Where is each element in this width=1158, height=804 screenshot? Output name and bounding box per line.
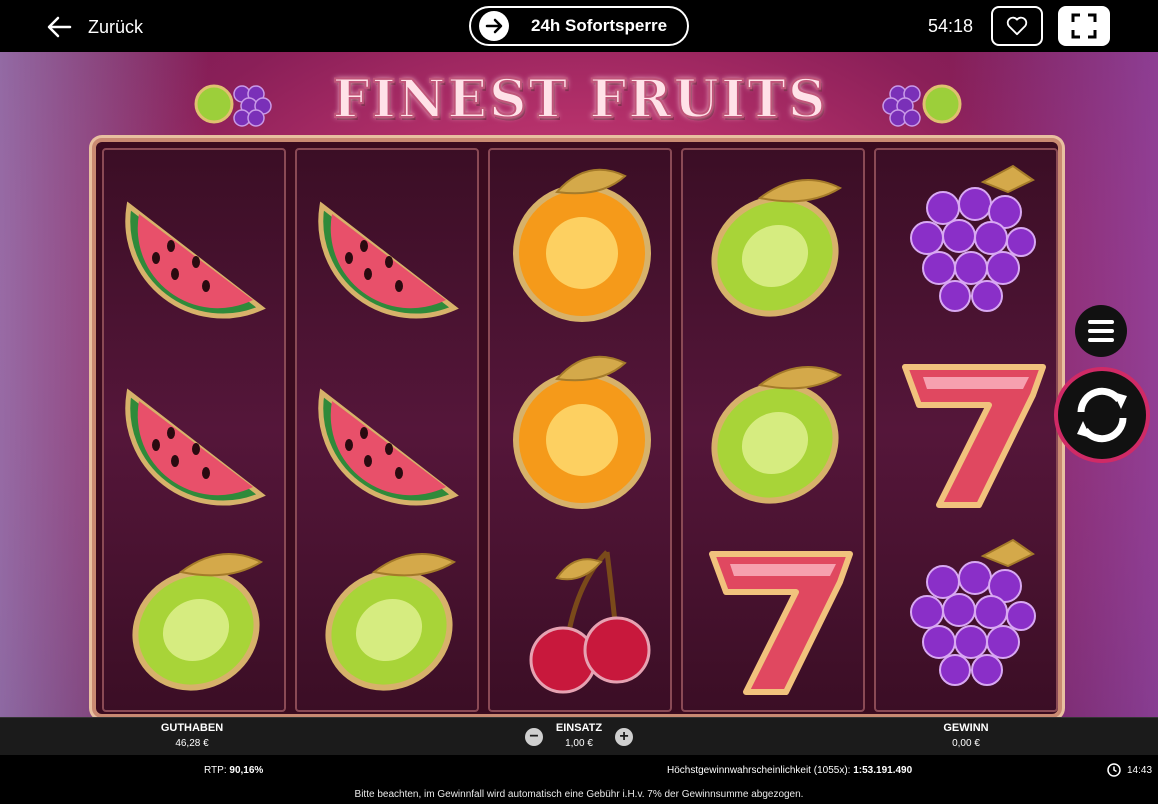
probability-label: Höchstgewinnwahrscheinlichkeit (1055x):: [667, 765, 851, 776]
cherry-symbol: [529, 550, 651, 694]
game-info-panel: GUTHABEN 46,28 € − EINSATZ 1,00 € + GEWI…: [0, 717, 1158, 755]
lime-symbol: [711, 366, 843, 504]
rtp-value: 90,16%: [229, 765, 264, 776]
balance-value: 46,28 €: [175, 738, 209, 749]
grapes-lime-icon: [882, 84, 962, 127]
bet-label: EINSATZ: [555, 722, 603, 734]
minus-icon: −: [529, 728, 539, 745]
watermelon-symbol: [125, 201, 266, 319]
heart-icon: [1006, 16, 1028, 36]
reel-2: [295, 148, 479, 712]
orange-symbol: [513, 355, 651, 509]
grapes-symbol: [910, 538, 1036, 686]
back-label: Zurück: [88, 16, 144, 37]
reel-grid: [92, 138, 1062, 717]
reel-4: [681, 148, 865, 712]
seven-symbol: [902, 364, 1046, 508]
top-bar: Zurück 24h Sofortsperre 54:18: [0, 0, 1158, 52]
spin-button[interactable]: [1054, 367, 1150, 463]
game-logo: FINEST FRUITS: [280, 66, 880, 132]
fullscreen-icon: [1071, 13, 1097, 39]
rtp-label: RTP:: [204, 765, 227, 776]
win-value: 0,00 €: [952, 738, 980, 749]
reel-3: [488, 148, 672, 712]
favorite-button[interactable]: [991, 6, 1043, 46]
balance-label: GUTHABEN: [160, 722, 224, 734]
fullscreen-button[interactable]: [1058, 6, 1110, 46]
watermelon-symbol: [125, 388, 266, 506]
clock-icon: [1107, 763, 1121, 777]
fee-notice: Bitte beachten, im Gewinnfall wird autom…: [0, 785, 1158, 804]
arrow-left-icon: [47, 16, 72, 38]
instant-block-label: 24h Sofortsperre: [531, 16, 668, 35]
bet-display: EINSATZ 1,00 €: [548, 722, 610, 749]
rtp-info: RTP: 90,16%: [204, 765, 263, 776]
lime-symbol: [711, 179, 843, 317]
game-menu-button[interactable]: [1075, 305, 1127, 357]
info-bar: RTP: 90,16% Höchstgewinnwahrscheinlichke…: [0, 755, 1158, 785]
menu-line: [1088, 329, 1114, 333]
win-display: GEWINN 0,00 €: [932, 722, 1000, 749]
max-win-probability: Höchstgewinnwahrscheinlichkeit (1055x): …: [667, 765, 912, 776]
bet-value: 1,00 €: [565, 738, 593, 749]
reel-5: [874, 148, 1058, 712]
menu-line: [1088, 320, 1114, 324]
clock-time: 14:43: [1127, 764, 1153, 776]
instant-block-button[interactable]: 24h Sofortsperre: [469, 6, 689, 46]
watermelon-symbol: [318, 388, 459, 506]
lime-grapes-icon: [194, 84, 272, 127]
slot-game: FINEST FRUITS: [0, 52, 1158, 717]
decrease-bet-button[interactable]: −: [525, 728, 543, 746]
balance-display: GUTHABEN 46,28 €: [152, 722, 232, 749]
probability-value: 1:53.191.490: [853, 765, 913, 776]
plus-icon: +: [619, 728, 629, 745]
orange-symbol: [513, 168, 651, 322]
refresh-icon: [1077, 387, 1127, 443]
arrow-right-icon: [479, 11, 509, 41]
clock: 14:43: [1107, 763, 1152, 777]
win-label: GEWINN: [943, 722, 989, 734]
increase-bet-button[interactable]: +: [615, 728, 633, 746]
seven-symbol: [709, 551, 853, 695]
lime-symbol: [132, 553, 264, 691]
lime-symbol: [325, 553, 457, 691]
watermelon-symbol: [318, 201, 459, 319]
grapes-symbol: [910, 164, 1036, 312]
back-button[interactable]: Zurück: [44, 12, 143, 42]
session-timer: 54:18: [928, 16, 974, 36]
game-title: FINEST FRUITS: [332, 68, 828, 131]
reel-1: [102, 148, 286, 712]
menu-line: [1088, 338, 1114, 342]
